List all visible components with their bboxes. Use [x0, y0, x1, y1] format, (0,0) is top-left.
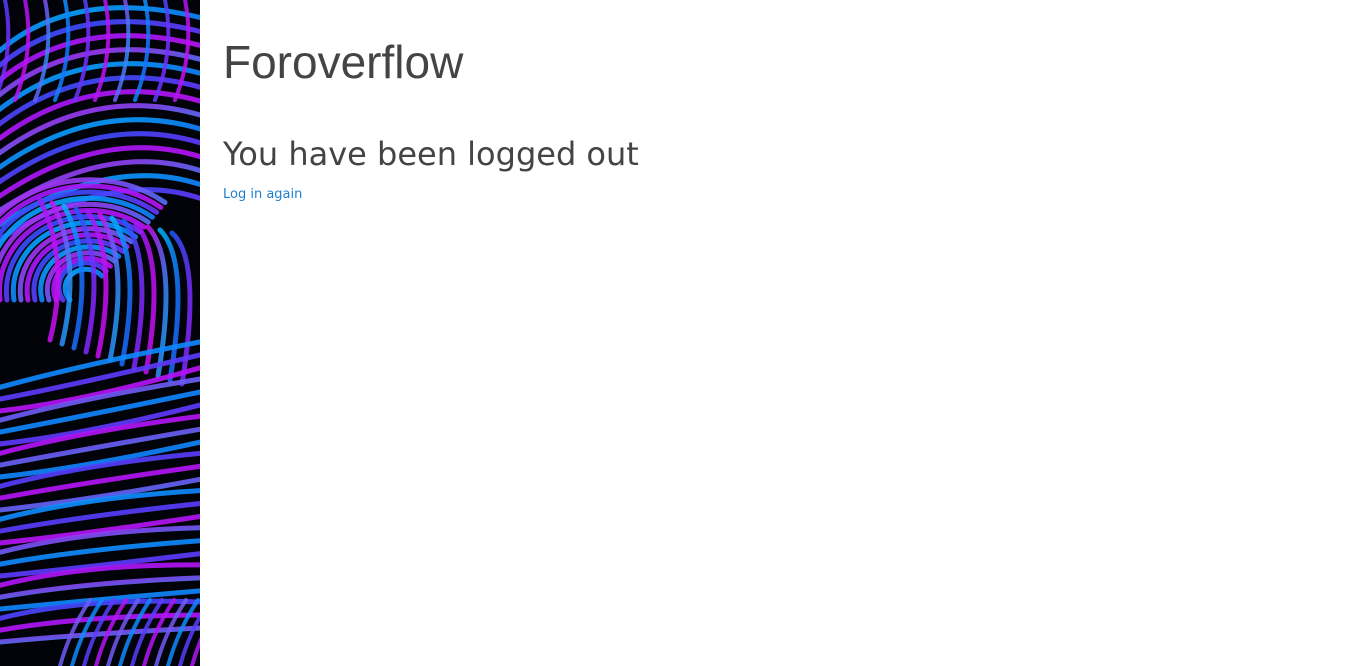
logout-page: Foroverflow You have been logged out Log… — [0, 0, 1366, 666]
logged-out-heading: You have been logged out — [223, 135, 639, 173]
main-content: Foroverflow You have been logged out Log… — [223, 0, 1366, 666]
site-title: Foroverflow — [223, 36, 464, 88]
decorative-side-artwork — [0, 0, 200, 666]
log-in-again-link[interactable]: Log in again — [223, 186, 302, 204]
abstract-swirl-artwork — [0, 0, 200, 666]
